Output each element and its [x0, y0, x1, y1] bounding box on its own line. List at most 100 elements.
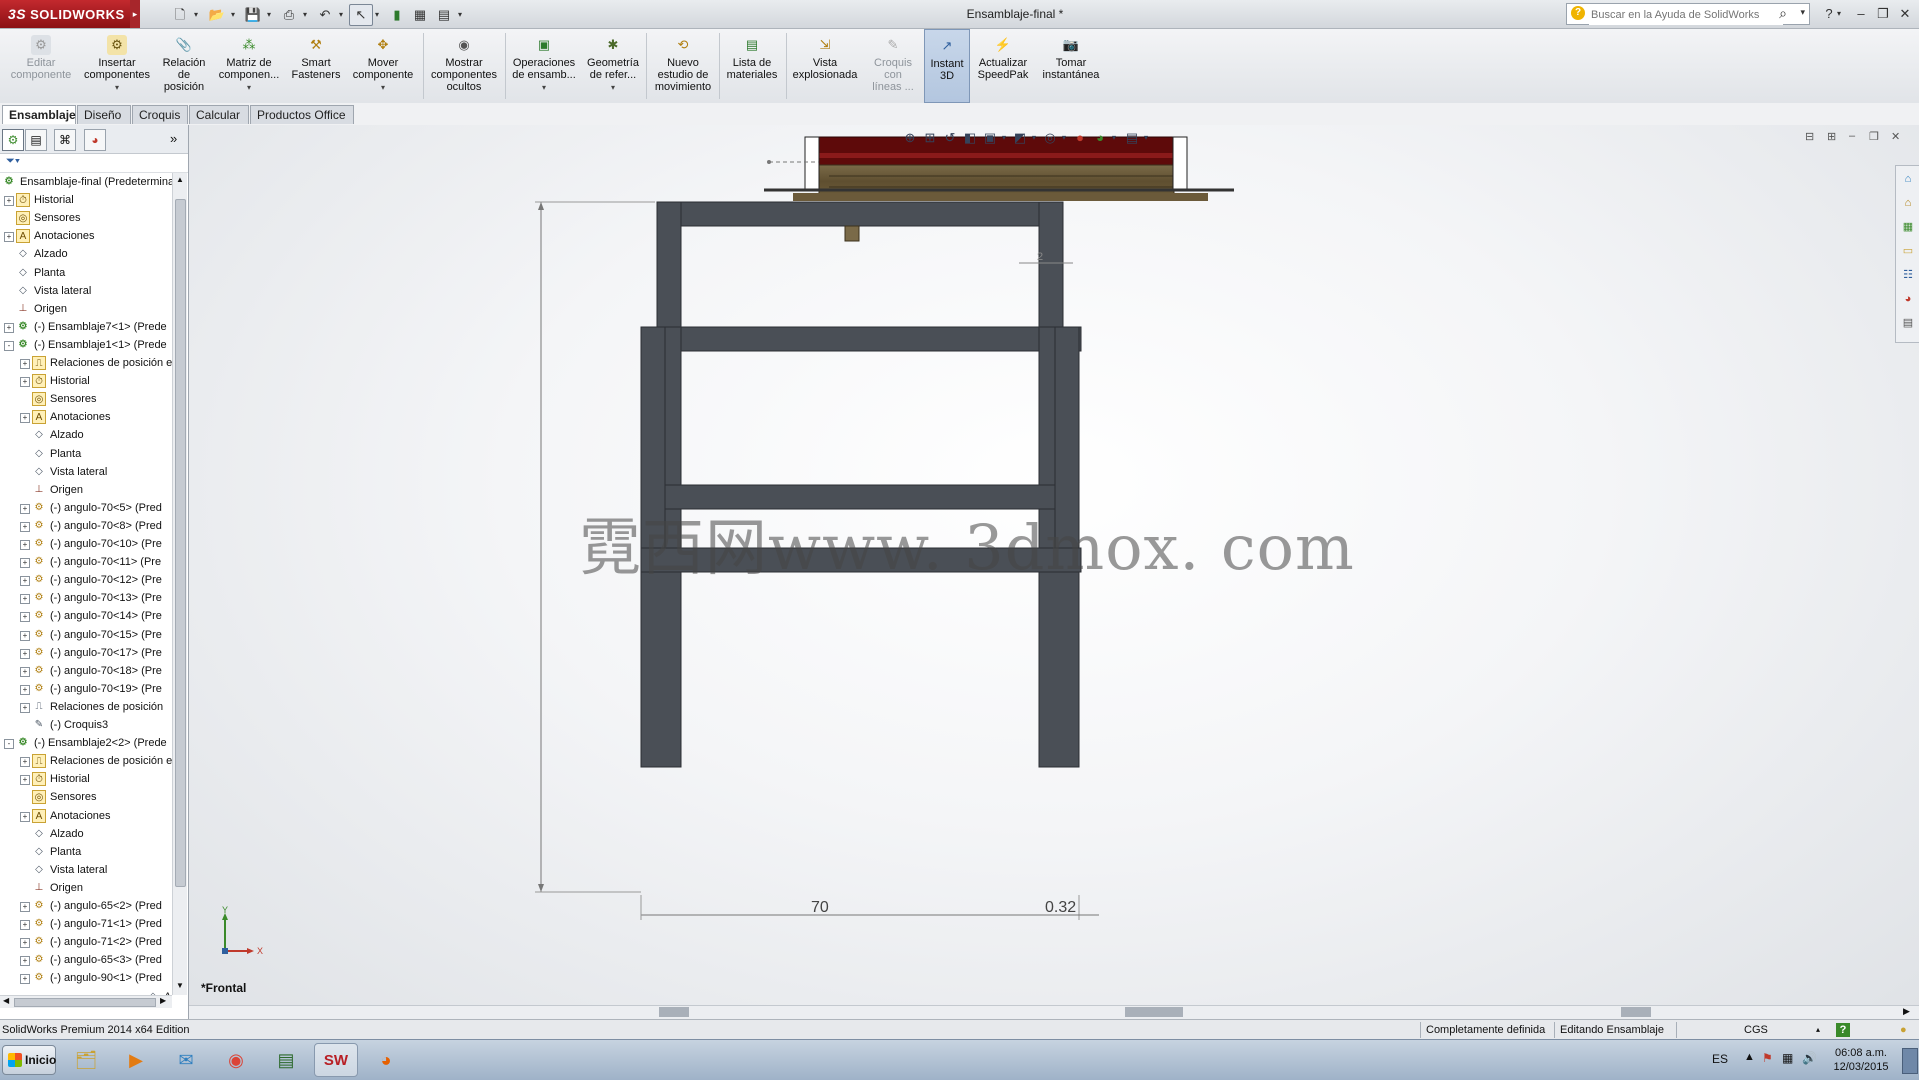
tree-item[interactable]: + A Anotaciones — [0, 408, 172, 426]
tray-expand-icon[interactable]: ▲ — [1744, 1051, 1755, 1063]
previous-view-icon[interactable]: ↺ — [941, 129, 959, 147]
tree-item[interactable]: + ⏱ Historial — [0, 770, 172, 788]
help-search-box[interactable]: ? ⌕ ▾ — [1566, 3, 1810, 25]
new-document-icon[interactable]: 🗋 — [168, 4, 192, 26]
search-dropdown-icon[interactable]: ▾ — [1800, 7, 1805, 18]
tree-item[interactable]: ⊥ Origen — [0, 481, 172, 499]
solidworks-icon[interactable]: SW — [314, 1043, 358, 1077]
select-dropdown-icon[interactable]: ▾ — [371, 4, 383, 26]
scroll-marker[interactable] — [1621, 1007, 1651, 1017]
network-icon[interactable]: ▦ — [1782, 1051, 1793, 1065]
scroll-down-arrow-icon[interactable]: ▼ — [176, 981, 184, 990]
options-dropdown-icon[interactable]: ▾ — [454, 4, 466, 26]
tree-item[interactable]: + ⚙ (-) Ensamblaje7<1> (Prede — [0, 318, 172, 336]
language-indicator[interactable]: ES — [1712, 1052, 1728, 1066]
tree-item[interactable]: + ⚙ (-) angulo-70<15> (Pre — [0, 626, 172, 644]
tree-item[interactable]: - ⚙ (-) Ensamblaje2<2> (Prede — [0, 734, 172, 752]
tree-expand-icon[interactable]: + — [20, 594, 30, 605]
tree-item[interactable]: ◇ Planta — [0, 445, 172, 463]
move-component-dropdown-icon[interactable]: ▾ — [348, 82, 418, 94]
custom-properties-icon[interactable]: ▤ — [1899, 314, 1917, 332]
tree-item[interactable]: + ⚙ (-) angulo-70<13> (Pre — [0, 589, 172, 607]
scroll-right-arrow-icon[interactable]: ▶ — [1903, 1006, 1910, 1017]
small-dimension-text[interactable]: 2 — [1037, 251, 1043, 263]
insert-components-button[interactable]: ⚙ Insertar componentes ▾ — [80, 29, 154, 103]
frame-top-beam[interactable] — [656, 201, 1064, 227]
tree-item[interactable]: ◇ Alzado — [0, 825, 172, 843]
tree-expand-icon[interactable]: + — [20, 612, 30, 623]
notification-icon[interactable]: ● — [1900, 1020, 1907, 1040]
tree-scroll-thumb[interactable] — [175, 199, 186, 887]
scroll-marker[interactable] — [1125, 1007, 1183, 1017]
minimize-icon[interactable]: – — [1850, 4, 1872, 24]
tree-expand-icon[interactable]: + — [20, 902, 30, 912]
reference-geometry-dropdown-icon[interactable]: ▾ — [582, 82, 644, 94]
edit-component-button[interactable]: ⚙ Editar componente — [4, 29, 78, 103]
assembly-features-dropdown-icon[interactable]: ▾ — [508, 82, 580, 94]
scroll-marker[interactable] — [659, 1007, 689, 1017]
tree-expand-icon[interactable]: + — [4, 322, 14, 333]
tree-expand-icon[interactable]: + — [20, 974, 30, 985]
firefox-icon[interactable]: ◕ — [364, 1043, 408, 1077]
tree-expand-icon[interactable]: + — [20, 558, 30, 569]
small-bracket-part[interactable] — [844, 225, 860, 242]
tree-expand-icon[interactable]: + — [20, 666, 30, 677]
tree-item[interactable]: ◇ Alzado — [0, 245, 172, 263]
tree-item[interactable]: + A Anotaciones — [0, 807, 172, 825]
feature-tree-tab-icon[interactable]: ⚙ — [2, 129, 24, 151]
tree-item[interactable]: + ⚙ (-) angulo-65<2> (Pred — [0, 897, 172, 915]
close-icon[interactable]: ✕ — [1894, 4, 1916, 24]
view-settings-dropdown-icon[interactable]: ▾ — [1141, 129, 1151, 147]
tree-item[interactable]: + ⚙ (-) angulo-70<17> (Pre — [0, 644, 172, 662]
tree-item[interactable]: + ⎍ Relaciones de posición — [0, 698, 172, 716]
frame-right-leg-lower[interactable] — [1038, 571, 1080, 768]
media-player-icon[interactable]: ▶ — [114, 1043, 158, 1077]
tree-collapse-icon[interactable]: - — [4, 739, 14, 750]
tree-item[interactable]: ◎ Sensores — [0, 390, 172, 408]
metal-frame[interactable] — [640, 201, 1082, 768]
component-pattern-button[interactable]: ⁂ Matriz de componen... ▾ — [214, 29, 284, 103]
move-component-button[interactable]: ✥ Mover componente ▾ — [348, 29, 418, 103]
tree-item[interactable]: + ⏱ Historial — [0, 191, 172, 209]
display-style-icon[interactable]: ◩ — [1011, 129, 1029, 147]
tree-filter-bar[interactable]: ⏷▾ — [0, 154, 188, 173]
terminal-icon[interactable]: ▤ — [264, 1043, 308, 1077]
view-settings-icon[interactable]: ▤ — [1123, 129, 1141, 147]
tree-expand-icon[interactable]: + — [4, 196, 14, 207]
tree-item[interactable]: + ⚙ (-) angulo-70<11> (Pre — [0, 553, 172, 571]
graphics-area[interactable]: 70 0.32 2 ⊕ ⊞ ↺ ◧ ▣ ▾ ◩ ▾ ◎ ▾ ● ◕ ▾ ▤ ▾ … — [189, 125, 1919, 1019]
tree-expand-icon[interactable]: + — [20, 576, 30, 587]
tree-item[interactable]: + ⎍ Relaciones de posición e — [0, 354, 172, 372]
open-dropdown-icon[interactable]: ▾ — [227, 4, 239, 26]
frame-left-upper-leg[interactable] — [656, 201, 682, 328]
tree-item[interactable]: ◎ Sensores — [0, 788, 172, 806]
tree-item[interactable]: ⊥ Origen — [0, 879, 172, 897]
view-orientation-dropdown-icon[interactable]: ▾ — [999, 129, 1009, 147]
tree-item[interactable]: + ⚙ (-) angulo-70<14> (Pre — [0, 607, 172, 625]
frame-right-upper-leg[interactable] — [1038, 201, 1064, 328]
offset-dimension-text[interactable]: 0.32 — [1045, 899, 1076, 916]
help-menu-dropdown-icon[interactable]: ▾ — [1834, 4, 1844, 24]
explode-line-sketch-button[interactable]: ✎ Croquis con líneas ... — [864, 29, 922, 103]
folder-icon[interactable]: ▭ — [1899, 242, 1917, 260]
tree-item[interactable]: + ⚙ (-) angulo-70<18> (Pre — [0, 662, 172, 680]
tree-item[interactable]: ◇ Alzado — [0, 426, 172, 444]
base-board[interactable] — [793, 193, 1208, 201]
hide-show-dropdown-icon[interactable]: ▾ — [1059, 129, 1069, 147]
take-snapshot-button[interactable]: 📷 Tomar instantánea — [1036, 29, 1106, 103]
tree-item[interactable]: + ⚙ (-) angulo-90<1> (Pred — [0, 969, 172, 987]
rebuild-icon[interactable]: ▮ — [385, 4, 409, 26]
tree-expand-icon[interactable]: + — [20, 648, 30, 659]
new-motion-study-button[interactable]: ⟲ Nuevo estudio de movimiento — [649, 29, 717, 103]
menu-expand-arrow-icon[interactable]: ▸ — [130, 0, 140, 28]
show-desktop-button[interactable] — [1902, 1048, 1918, 1074]
scroll-right-arrow-icon[interactable]: ▶ — [160, 996, 166, 1005]
reference-geometry-button[interactable]: ✱ Geometría de refer... ▾ — [582, 29, 644, 103]
viewport-restore-icon[interactable]: ❐ — [1869, 130, 1879, 143]
tree-expand-icon[interactable]: + — [4, 232, 14, 243]
scroll-left-arrow-icon[interactable]: ◀ — [3, 996, 9, 1005]
units-selector[interactable]: CGS — [1744, 1020, 1768, 1040]
tree-item[interactable]: + ⚙ (-) angulo-70<19> (Pre — [0, 680, 172, 698]
assembly-features-button[interactable]: ▣ Operaciones de ensamb... ▾ — [508, 29, 580, 103]
tree-item[interactable]: ◇ Vista lateral — [0, 861, 172, 879]
